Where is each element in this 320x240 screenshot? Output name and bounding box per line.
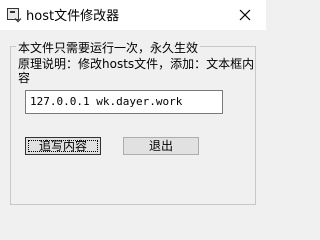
app-window: host文件修改器 本文件只需要运行一次，永久生效 原理说明：修改hosts文件… xyxy=(0,0,266,213)
window-title: host文件修改器 xyxy=(26,9,120,24)
group-legend: 本文件只需要运行一次，永久生效 xyxy=(16,39,201,56)
close-icon xyxy=(239,9,251,21)
exit-button[interactable]: 退出 xyxy=(123,137,199,155)
write-content-button[interactable]: 追写内容 xyxy=(25,137,101,155)
close-button[interactable] xyxy=(224,0,266,30)
exit-label: 退出 xyxy=(148,139,173,153)
host-entry-field[interactable]: 127.0.0.1 wk.dayer.work xyxy=(25,90,223,114)
app-icon xyxy=(7,8,19,20)
description-text: 原理说明：修改hosts文件，添加：文本框内容 xyxy=(18,57,255,85)
title-bar[interactable]: host文件修改器 xyxy=(0,0,266,30)
focus-ring xyxy=(28,140,98,152)
